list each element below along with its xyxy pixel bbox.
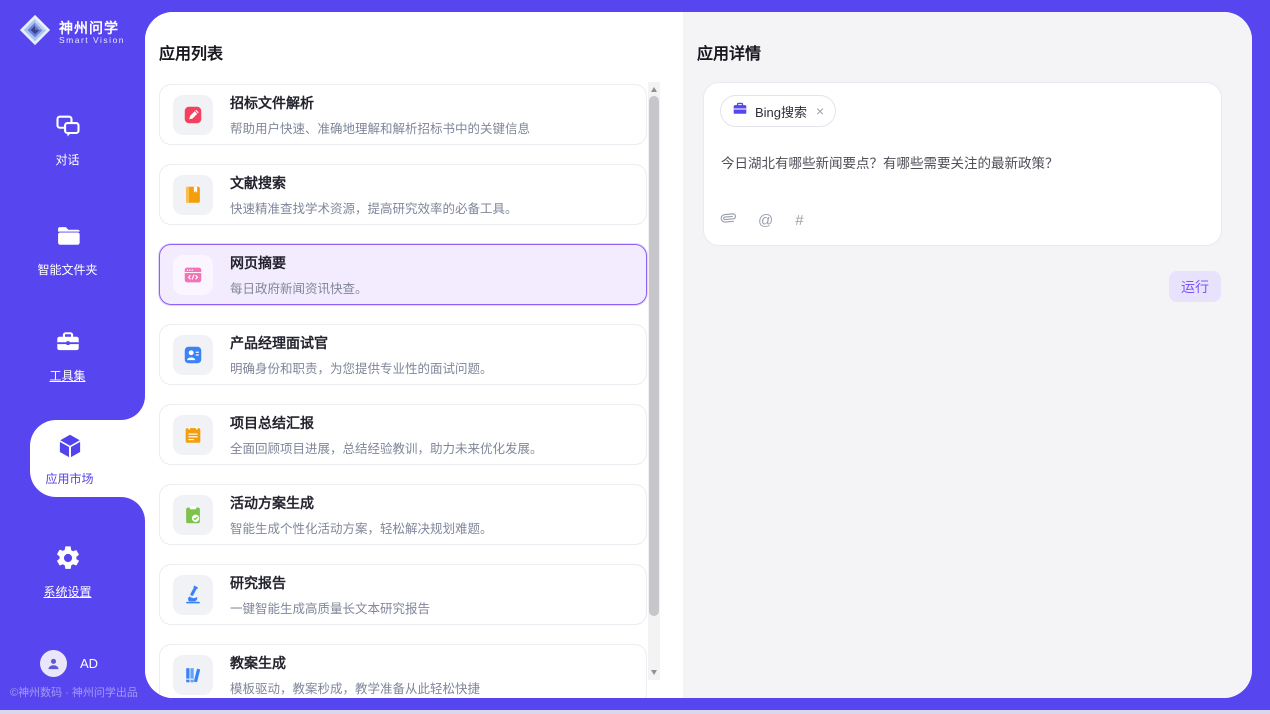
list-item-bid-analysis[interactable]: 招标文件解析 帮助用户快速、准确地理解和解析招标书中的关键信息 bbox=[159, 84, 647, 145]
sidebar-item-label: 对话 bbox=[55, 151, 79, 168]
app-title: 活动方案生成 bbox=[230, 493, 493, 513]
query-text[interactable]: 今日湖北有哪些新闻要点？有哪些需要关注的最新政策？ bbox=[721, 152, 1205, 172]
app-title: 教案生成 bbox=[230, 653, 480, 673]
chat-icon bbox=[54, 112, 82, 145]
sidebar-item-smart-folder[interactable]: 智能文件夹 bbox=[0, 222, 135, 278]
app-detail-title: 应用详情 bbox=[697, 40, 761, 64]
app-description: 一键智能生成高质量长文本研究报告 bbox=[230, 598, 430, 617]
user-name: AD bbox=[80, 656, 98, 671]
sidebar-item-toolset[interactable]: 工具集 bbox=[0, 328, 135, 384]
sidebar-item-settings[interactable]: 系统设置 bbox=[0, 544, 135, 600]
scroll-down-arrow-icon[interactable] bbox=[651, 670, 657, 675]
sidebar: 神州问学 Smart Vision 对话 智能文件夹 bbox=[0, 0, 145, 714]
app-description: 快速精准查找学术资源，提高研究效率的必备工具。 bbox=[230, 198, 518, 217]
tool-chip-bing-search[interactable]: Bing搜索 × bbox=[720, 95, 836, 127]
sidebar-item-app-market[interactable]: 应用市场 bbox=[30, 420, 145, 497]
tool-chip-label: Bing搜索 bbox=[755, 102, 807, 121]
attachment-icon[interactable] bbox=[721, 210, 736, 231]
edit-document-icon bbox=[173, 95, 213, 135]
sidebar-item-label: 应用市场 bbox=[45, 470, 93, 487]
sidebar-item-label: 智能文件夹 bbox=[37, 261, 97, 278]
books-icon bbox=[173, 655, 213, 695]
scroll-up-arrow-icon[interactable] bbox=[651, 87, 657, 92]
folder-icon bbox=[54, 222, 82, 255]
brand-logo: 神州问学 Smart Vision bbox=[18, 13, 125, 52]
app-list-title: 应用列表 bbox=[159, 40, 223, 64]
briefcase-icon bbox=[732, 101, 748, 122]
list-item-pm-interviewer[interactable]: 产品经理面试官 明确身份和职责，为您提供专业性的面试问题。 bbox=[159, 324, 647, 385]
sidebar-item-label: 工具集 bbox=[49, 367, 85, 384]
clipboard-check-icon bbox=[173, 495, 213, 535]
app-title: 网页摘要 bbox=[230, 253, 368, 273]
bubble-curve-bottom bbox=[121, 497, 145, 521]
prompt-input-card[interactable]: Bing搜索 × 今日湖北有哪些新闻要点？有哪些需要关注的最新政策？ @ # bbox=[703, 82, 1222, 246]
mention-icon[interactable]: @ bbox=[758, 212, 773, 229]
user-account[interactable]: AD bbox=[40, 650, 98, 677]
scrollbar-thumb[interactable] bbox=[649, 96, 659, 616]
app-description: 模板驱动，教案秒成，教学准备从此轻松快捷 bbox=[230, 678, 480, 697]
browser-code-icon bbox=[173, 255, 213, 295]
book-icon bbox=[173, 175, 213, 215]
app-description: 每日政府新闻资讯快查。 bbox=[230, 278, 368, 297]
interviewer-icon bbox=[173, 335, 213, 375]
list-scrollbar[interactable] bbox=[648, 82, 660, 680]
bubble-curve-top bbox=[121, 396, 145, 420]
close-icon[interactable]: × bbox=[816, 104, 824, 118]
bottom-edge bbox=[0, 710, 1270, 714]
main-content: 应用列表 招标文件解析 帮助用户快速、准确地理解和解析招标书中的关键信息 bbox=[145, 12, 1252, 698]
app-title: 项目总结汇报 bbox=[230, 413, 543, 433]
app-window: 神州问学 Smart Vision 对话 智能文件夹 bbox=[0, 0, 1270, 714]
brand-name: 神州问学 bbox=[59, 20, 125, 36]
app-title: 招标文件解析 bbox=[230, 93, 530, 113]
app-description: 智能生成个性化活动方案，轻松解决规划难题。 bbox=[230, 518, 493, 537]
input-toolbar: @ # bbox=[721, 210, 804, 231]
run-button[interactable]: 运行 bbox=[1169, 271, 1221, 302]
app-list-panel: 应用列表 招标文件解析 帮助用户快速、准确地理解和解析招标书中的关键信息 bbox=[145, 12, 683, 698]
app-description: 明确身份和职责，为您提供专业性的面试问题。 bbox=[230, 358, 493, 377]
app-description: 帮助用户快速、准确地理解和解析招标书中的关键信息 bbox=[230, 118, 530, 137]
avatar bbox=[40, 650, 67, 677]
app-description: 全面回顾项目进展，总结经验教训，助力未来优化发展。 bbox=[230, 438, 543, 457]
microscope-icon bbox=[173, 575, 213, 615]
cube-icon bbox=[55, 431, 85, 466]
list-item-project-summary[interactable]: 项目总结汇报 全面回顾项目进展，总结经验教训，助力未来优化发展。 bbox=[159, 404, 647, 465]
list-item-literature-search[interactable]: 文献搜索 快速精准查找学术资源，提高研究效率的必备工具。 bbox=[159, 164, 647, 225]
app-title: 文献搜索 bbox=[230, 173, 518, 193]
list-item-web-summary[interactable]: 网页摘要 每日政府新闻资讯快查。 bbox=[159, 244, 647, 305]
toolbox-icon bbox=[54, 328, 82, 361]
copyright-footer: ©神州数码 · 神州问学出品 bbox=[10, 684, 145, 700]
list-item-event-plan[interactable]: 活动方案生成 智能生成个性化活动方案，轻松解决规划难题。 bbox=[159, 484, 647, 545]
list-item-lesson-plan[interactable]: 教案生成 模板驱动，教案秒成，教学准备从此轻松快捷 bbox=[159, 644, 647, 698]
sidebar-item-label: 系统设置 bbox=[43, 583, 91, 600]
hash-icon[interactable]: # bbox=[795, 212, 803, 229]
app-list: 招标文件解析 帮助用户快速、准确地理解和解析招标书中的关键信息 文献搜索 bbox=[159, 84, 647, 698]
gear-icon bbox=[54, 544, 82, 577]
note-icon bbox=[173, 415, 213, 455]
app-detail-panel: 应用详情 Bing搜索 × 今日湖北有哪些新闻要点？有哪些需要关注的最新政策？ bbox=[683, 12, 1252, 698]
app-title: 研究报告 bbox=[230, 573, 430, 593]
diamond-logo-icon bbox=[18, 13, 52, 52]
app-title: 产品经理面试官 bbox=[230, 333, 493, 353]
brand-subtitle: Smart Vision bbox=[59, 36, 125, 46]
list-item-research-report[interactable]: 研究报告 一键智能生成高质量长文本研究报告 bbox=[159, 564, 647, 625]
sidebar-item-chat[interactable]: 对话 bbox=[0, 112, 135, 168]
